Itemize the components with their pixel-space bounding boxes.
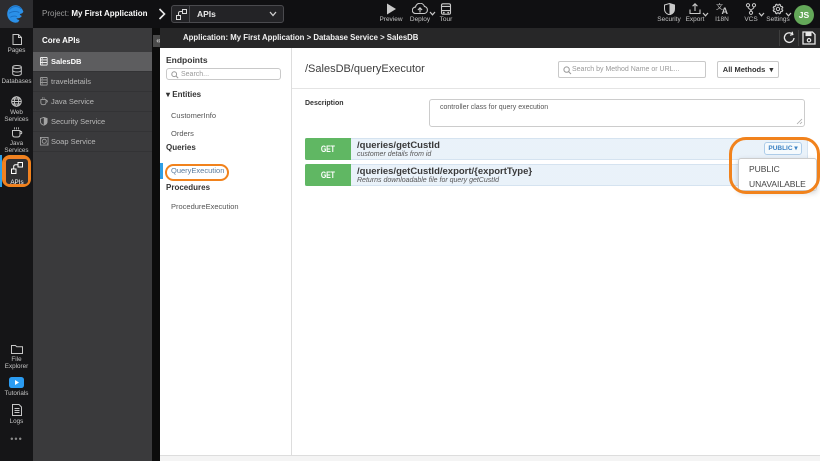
svg-text:A: A [721, 6, 728, 15]
